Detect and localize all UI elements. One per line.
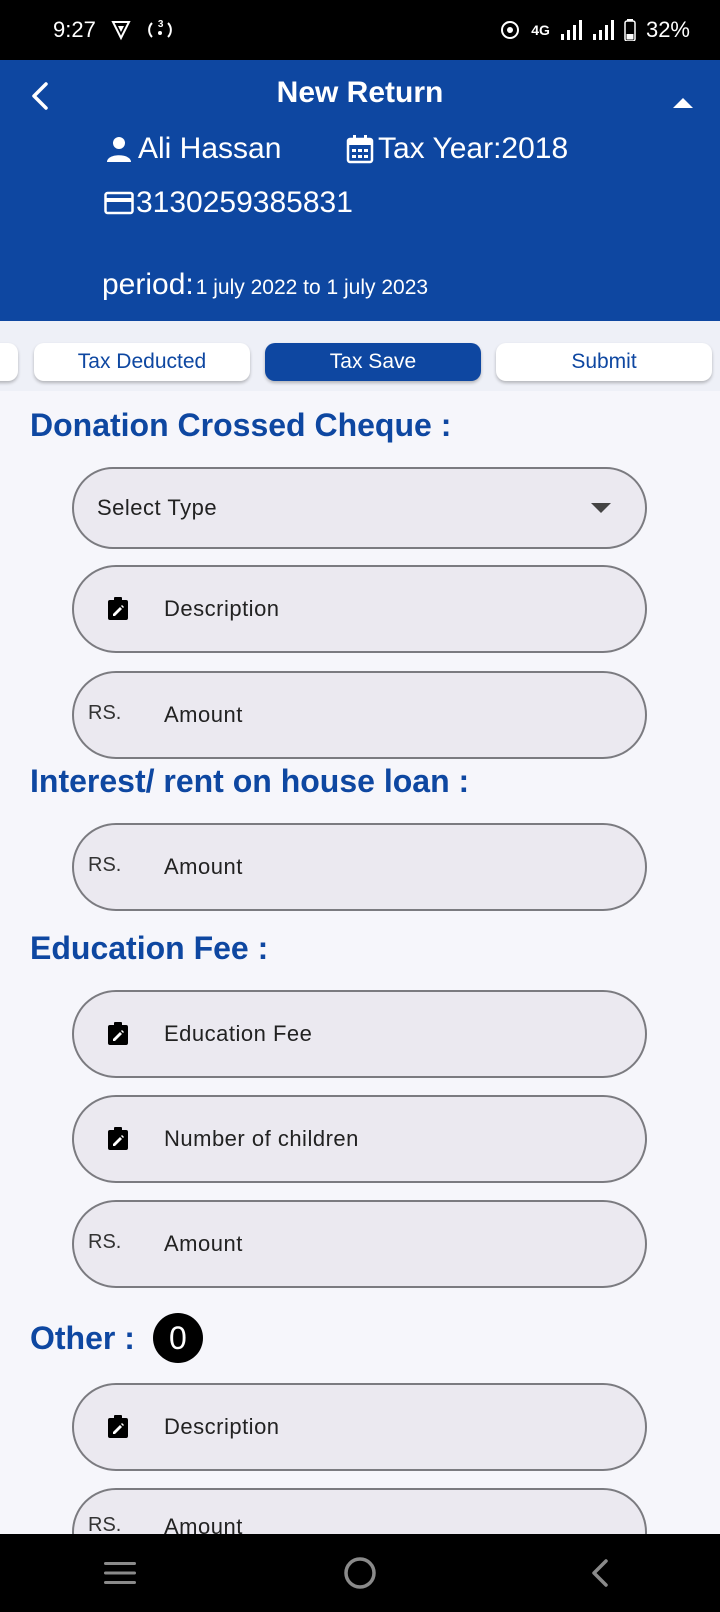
menu-lines-icon [104, 1562, 136, 1584]
house-loan-section-title: Interest/ rent on house loan : [30, 763, 470, 799]
other-count-badge: 0 [152, 1313, 203, 1363]
other-amount-input[interactable]: RS. Amount [72, 1488, 647, 1534]
return-header: New Return Ali Hassan Tax Year:2018 3130… [0, 60, 720, 321]
currency-prefix: RS. [88, 702, 122, 724]
collapse-header-button[interactable] [668, 88, 698, 118]
education-fee-placeholder: Education Fee [164, 1021, 313, 1046]
education-amount-input[interactable]: RS. Amount [72, 1200, 647, 1288]
other-description-input[interactable]: Description [72, 1383, 647, 1471]
other-section-title: Other : 0 [30, 1313, 203, 1363]
home-circle-icon [344, 1557, 376, 1589]
other-amount-placeholder: Amount [164, 1514, 243, 1534]
tab-bar: Tax Deducted Tax Save Submit [0, 321, 720, 391]
battery-icon [624, 19, 636, 41]
house-loan-amount-input[interactable]: RS. Amount [72, 823, 647, 911]
period-info: period: 1 july 2022 to 1 july 2023 [102, 268, 428, 302]
number-of-children-placeholder: Number of children [164, 1126, 359, 1151]
status-time: 9:27 [53, 17, 96, 42]
home-button[interactable] [330, 1543, 390, 1603]
donation-type-select[interactable]: Select Type [72, 467, 647, 549]
network-type: 4G [531, 22, 550, 38]
signal-2-icon [592, 20, 614, 40]
caret-up-icon [673, 98, 693, 108]
vpn-shield-icon [110, 19, 132, 41]
tax-save-form: Donation Crossed Cheque : Select Type De… [0, 391, 720, 1534]
edit-clipboard-icon [108, 1127, 128, 1150]
number-of-children-input[interactable]: Number of children [72, 1095, 647, 1183]
education-fee-input[interactable]: Education Fee [72, 990, 647, 1078]
recent-apps-button[interactable] [90, 1543, 150, 1603]
tab-submit[interactable]: Submit [496, 343, 712, 381]
donation-section-title: Donation Crossed Cheque : [30, 407, 452, 443]
donation-description-input[interactable]: Description [72, 565, 647, 653]
other-description-placeholder: Description [164, 1414, 280, 1439]
currency-prefix: RS. [88, 854, 122, 876]
tab-tax-save[interactable]: Tax Save [265, 343, 481, 381]
system-nav-bar [0, 1534, 720, 1612]
status-small-badge: 3 [157, 18, 164, 30]
donation-amount-placeholder: Amount [164, 702, 243, 727]
period-value: 1 july 2022 to 1 july 2023 [195, 276, 429, 299]
id-card-icon [104, 191, 134, 215]
person-icon [107, 137, 131, 162]
chevron-left-icon [592, 1559, 608, 1587]
tab-tax-deducted[interactable]: Tax Deducted [34, 343, 250, 381]
page-title: New Return [276, 76, 444, 109]
edit-clipboard-icon [108, 597, 128, 620]
signal-icon [560, 20, 582, 40]
cnic-info: 3130259385831 [104, 186, 353, 220]
wifi-calling-icon [499, 19, 521, 41]
period-label: period: [102, 268, 194, 301]
education-section-title: Education Fee : [30, 930, 269, 966]
donation-type-placeholder: Select Type [97, 495, 218, 520]
other-title-text: Other : [30, 1319, 135, 1356]
edit-clipboard-icon [108, 1415, 128, 1438]
hotspot-icon: 3 [146, 18, 172, 41]
system-back-button[interactable] [570, 1543, 630, 1603]
tab-previous[interactable] [0, 343, 18, 381]
currency-prefix: RS. [88, 1514, 122, 1534]
tax-year-info: Tax Year:2018 [346, 132, 568, 166]
education-amount-placeholder: Amount [164, 1231, 243, 1256]
status-bar: 9:27 3 4G 32% [0, 0, 720, 60]
user-info: Ali Hassan [106, 132, 281, 166]
dropdown-arrow-icon [591, 503, 611, 513]
user-name: Ali Hassan [138, 132, 282, 165]
calendar-icon [346, 135, 374, 164]
battery-percent: 32% [645, 17, 690, 42]
tax-year: Tax Year:2018 [378, 132, 569, 165]
cnic-number: 3130259385831 [136, 186, 353, 219]
currency-prefix: RS. [88, 1231, 122, 1253]
edit-clipboard-icon [108, 1022, 128, 1045]
house-loan-amount-placeholder: Amount [164, 854, 243, 879]
donation-amount-input[interactable]: RS. Amount [72, 671, 647, 759]
donation-description-placeholder: Description [164, 596, 280, 621]
